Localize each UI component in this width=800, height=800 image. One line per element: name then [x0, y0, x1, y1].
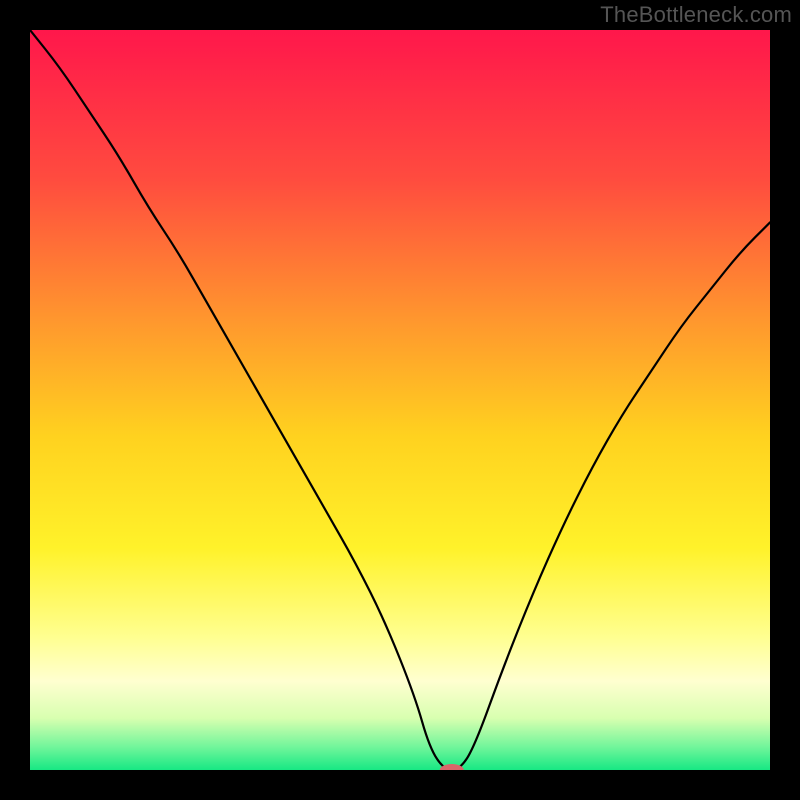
attribution-text: TheBottleneck.com	[600, 2, 792, 28]
plot-area	[30, 30, 770, 770]
chart-svg	[30, 30, 770, 770]
chart-frame: TheBottleneck.com	[0, 0, 800, 800]
